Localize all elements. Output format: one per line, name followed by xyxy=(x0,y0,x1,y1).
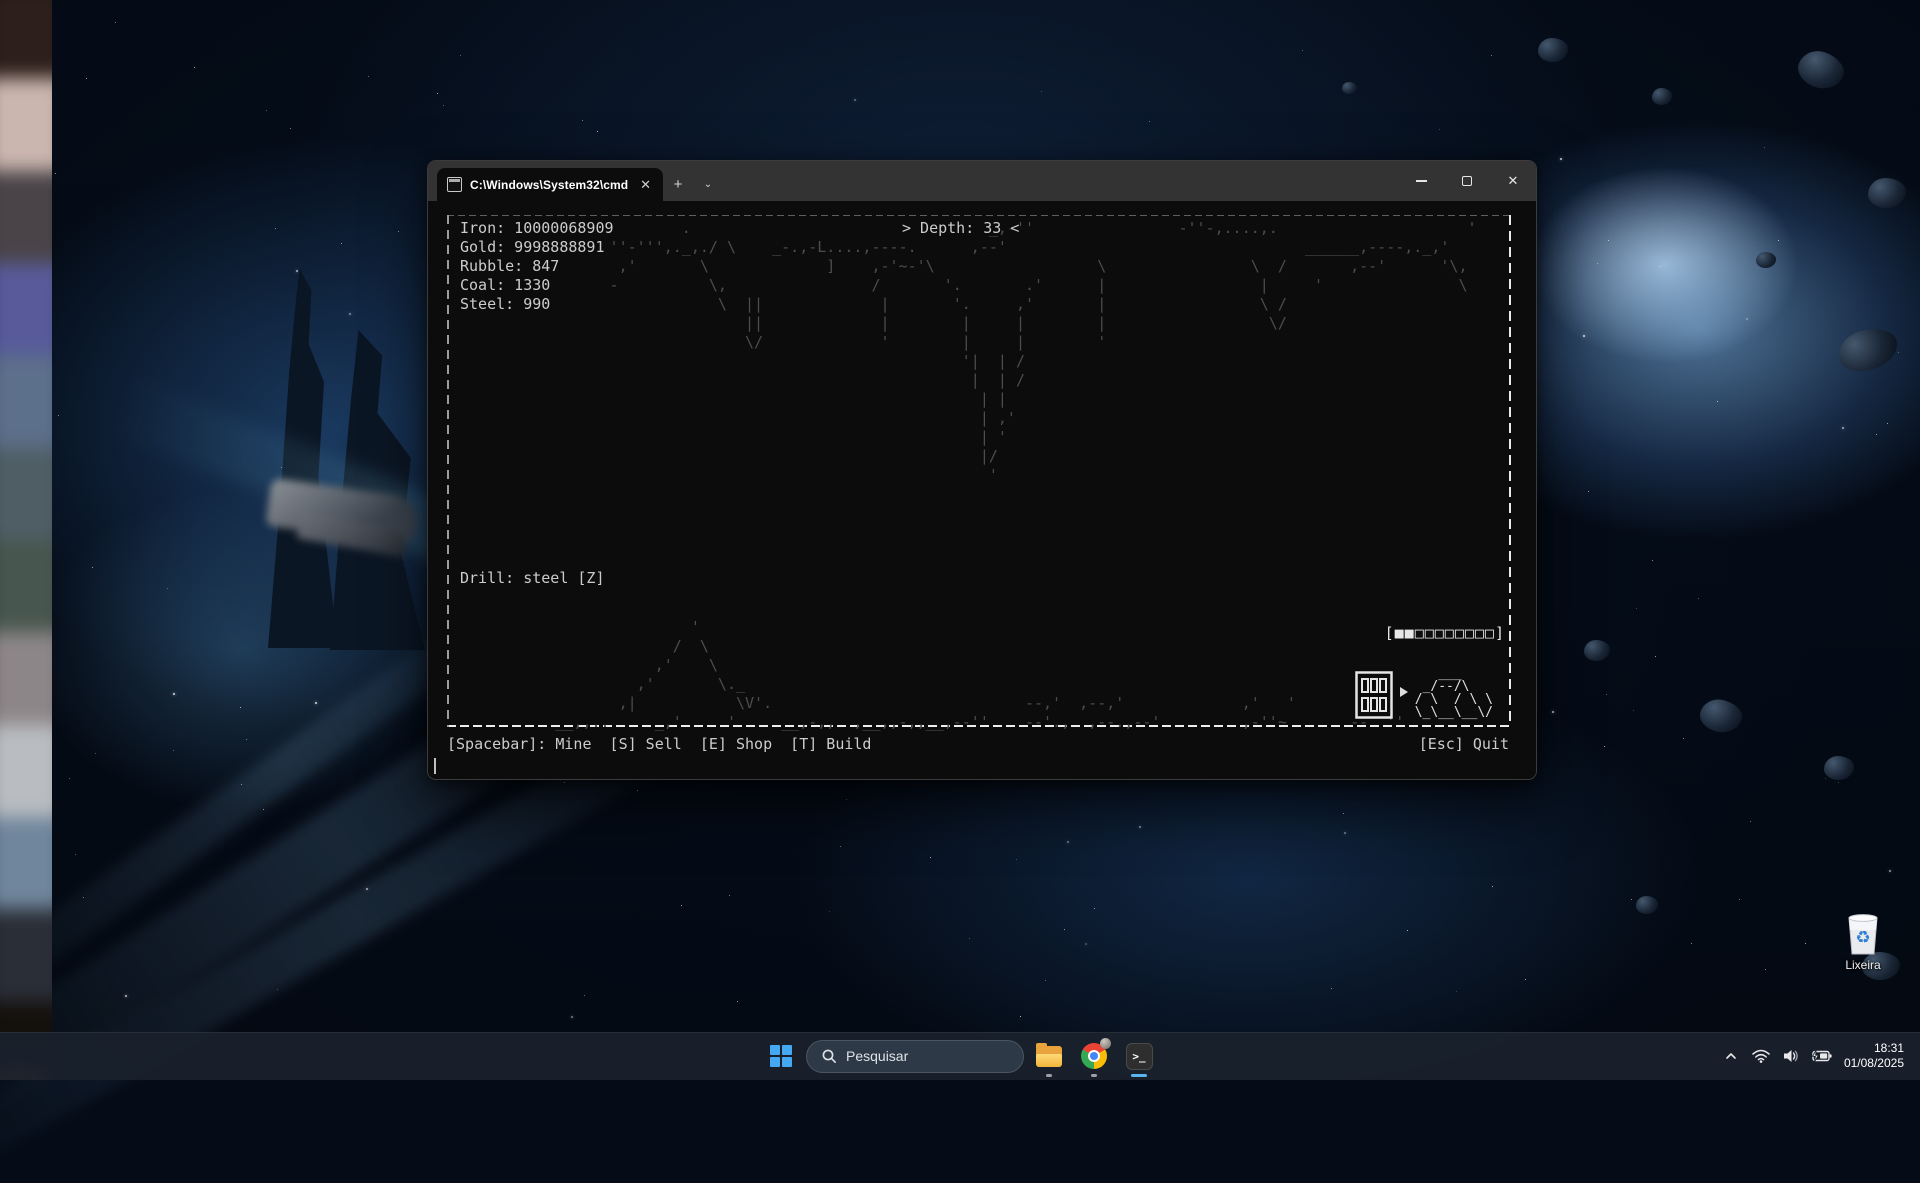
wifi-icon xyxy=(1751,1048,1771,1064)
asteroid xyxy=(1697,696,1745,736)
file-explorer-button[interactable] xyxy=(1029,1034,1069,1078)
drill-status: Drill: steel [Z] xyxy=(460,569,605,588)
game-border-right xyxy=(1509,215,1511,727)
clock[interactable]: 18:31 01/08/2025 xyxy=(1838,1041,1910,1071)
terminal-window: C:\Windows\System32\cmd.e ✕ + ⌄ ✕ . _,-'… xyxy=(427,160,1537,780)
chevron-up-icon xyxy=(1724,1049,1738,1063)
taskbar: Pesquisar >_ xyxy=(0,1032,1920,1080)
chrome-profile-badge xyxy=(1100,1038,1111,1049)
terminal-content[interactable]: . _,-'' -''-,....,. ' ''-''',._,./ \ _-.… xyxy=(428,201,1536,780)
ascii-rock: ___ _/--/\ / \ / \ \ \_\__\__\/ xyxy=(1415,667,1493,719)
chrome-button[interactable] xyxy=(1074,1034,1114,1078)
asteroid xyxy=(1868,178,1906,208)
search-icon xyxy=(821,1048,837,1064)
resource-list: Iron: 10000068909 Gold: 9998888891 Rubbl… xyxy=(460,219,614,314)
asteroid xyxy=(1538,38,1568,62)
terminal-icon: >_ xyxy=(1126,1043,1153,1070)
resource-rubble: Rubble: 847 xyxy=(460,257,614,276)
cmd-icon xyxy=(447,177,462,192)
terminal-taskbar-button[interactable]: >_ xyxy=(1119,1034,1159,1078)
tab-title: C:\Windows\System32\cmd.e xyxy=(470,178,628,192)
resource-iron: Iron: 10000068909 xyxy=(460,219,614,238)
terminal-cursor xyxy=(434,758,436,774)
recycle-bin-label: Lixeira xyxy=(1832,958,1894,972)
maximize-button[interactable] xyxy=(1444,161,1490,201)
running-indicator xyxy=(1091,1074,1097,1077)
asteroid xyxy=(1652,88,1672,105)
command-menu: [Spacebar]: Mine [S] Sell [E] Shop [T] B… xyxy=(447,735,1509,754)
asteroid xyxy=(1636,896,1658,914)
menu-quit: [Esc] Quit xyxy=(1419,735,1509,754)
tab-close-icon[interactable]: ✕ xyxy=(636,176,655,193)
resource-coal: Coal: 1330 xyxy=(460,276,614,295)
resource-gold: Gold: 9998888891 xyxy=(460,238,614,257)
progress-bar: [■■□□□□□□□□] xyxy=(1385,624,1505,643)
blurred-thumbnail-strip xyxy=(0,0,52,1080)
battery-button[interactable] xyxy=(1808,1036,1834,1076)
asteroid xyxy=(1834,323,1902,377)
terminal-tab[interactable]: C:\Windows\System32\cmd.e ✕ xyxy=(437,168,663,201)
pointer-icon xyxy=(1400,687,1408,697)
windows-logo-icon xyxy=(770,1045,792,1067)
wifi-button[interactable] xyxy=(1748,1036,1774,1076)
base-building-icon xyxy=(1355,671,1393,719)
asteroid xyxy=(1793,45,1849,95)
tray-chevron-button[interactable] xyxy=(1718,1036,1744,1076)
game-border-top xyxy=(447,215,1511,216)
depth-indicator: > Depth: 33 < xyxy=(902,219,1019,238)
asteroid xyxy=(1342,82,1357,94)
start-button[interactable] xyxy=(761,1034,801,1078)
asteroid xyxy=(1756,252,1776,268)
recycle-bin-icon: ♻ xyxy=(1843,912,1883,956)
battery-charging-icon xyxy=(1810,1049,1832,1063)
tab-dropdown-chevron[interactable]: ⌄ xyxy=(693,168,723,201)
search-placeholder: Pesquisar xyxy=(846,1048,908,1064)
file-explorer-icon xyxy=(1036,1046,1062,1067)
asteroid xyxy=(1584,640,1610,661)
resource-steel: Steel: 990 xyxy=(460,295,614,314)
speaker-icon xyxy=(1782,1048,1800,1064)
asteroid xyxy=(1824,756,1854,780)
tray-date: 01/08/2025 xyxy=(1844,1056,1904,1071)
svg-text:♻: ♻ xyxy=(1855,928,1870,948)
active-window-indicator xyxy=(1131,1074,1147,1077)
spaceship xyxy=(258,470,428,565)
close-button[interactable]: ✕ xyxy=(1490,161,1536,201)
terminal-titlebar[interactable]: C:\Windows\System32\cmd.e ✕ + ⌄ ✕ xyxy=(428,161,1536,201)
volume-button[interactable] xyxy=(1778,1036,1804,1076)
menu-actions: [Spacebar]: Mine [S] Sell [E] Shop [T] B… xyxy=(447,735,871,754)
search-input[interactable]: Pesquisar xyxy=(806,1040,1024,1073)
running-indicator xyxy=(1046,1074,1052,1077)
tray-time: 18:31 xyxy=(1844,1041,1904,1056)
base-station: ___ _/--/\ / \ / \ \ \_\__\__\/ xyxy=(1355,667,1493,719)
new-tab-button[interactable]: + xyxy=(663,168,693,201)
minimize-button[interactable] xyxy=(1398,161,1444,201)
recycle-bin[interactable]: ♻ Lixeira xyxy=(1832,912,1894,972)
game-viewport: . _,-'' -''-,....,. ' ''-''',._,./ \ _-.… xyxy=(447,215,1511,727)
